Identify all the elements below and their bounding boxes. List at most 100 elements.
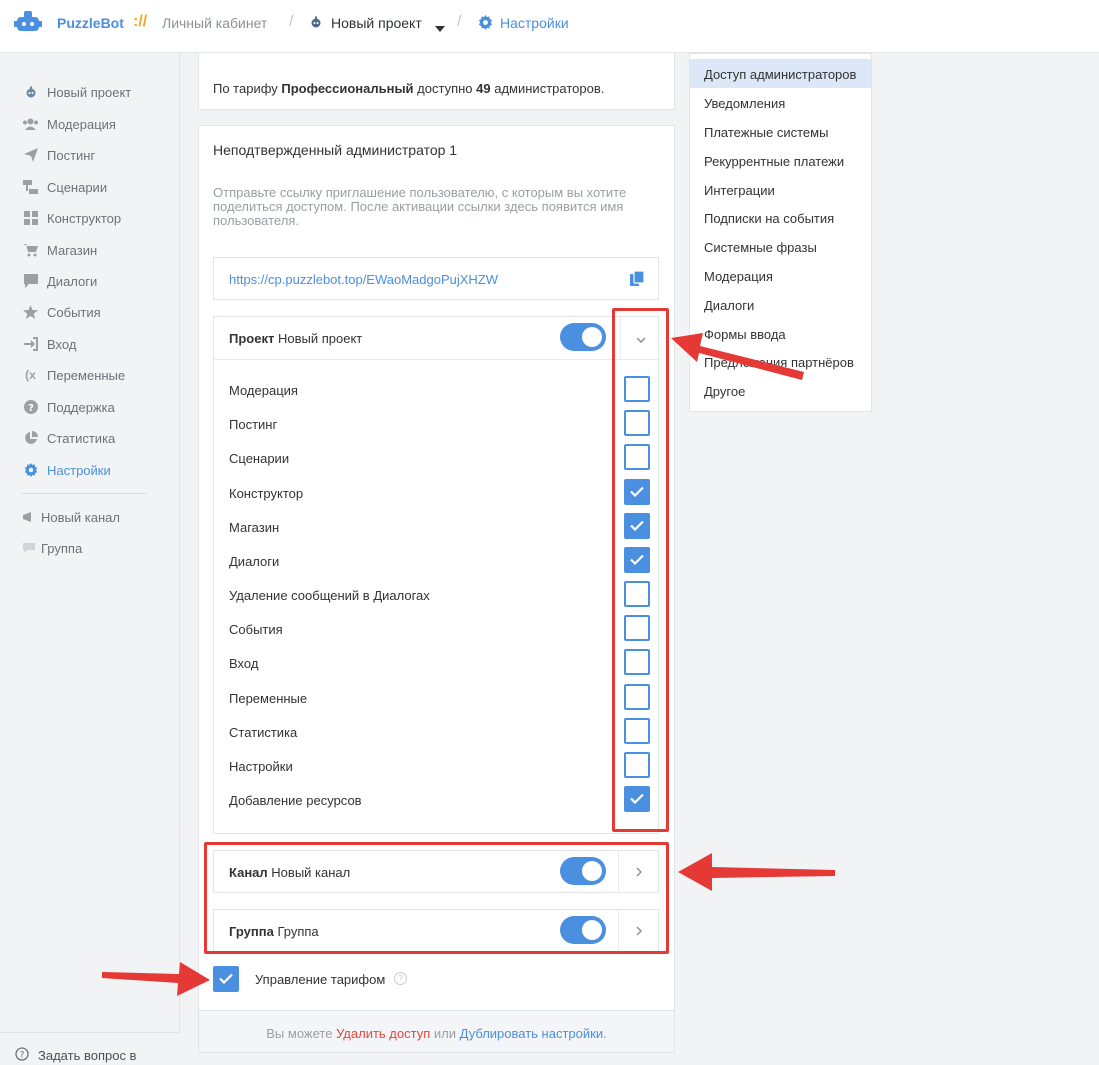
sidebar-item-label: Диалоги [47, 273, 98, 289]
permission-label-constructor: Конструктор [229, 486, 304, 501]
scenario-icon [22, 180, 39, 194]
project-access-toggle[interactable] [560, 323, 606, 351]
channel-icon [22, 510, 35, 524]
permission-label-events: События [229, 622, 283, 637]
sidebar-item-variables[interactable]: (x Переменные [22, 365, 125, 385]
admin-title: Неподтвержденный администратор 1 [213, 142, 458, 158]
ask-question-bar[interactable]: ? Задать вопрос в [0, 1032, 180, 1065]
tariff-management-label: Управление тарифом [255, 972, 386, 987]
brand-name[interactable]: PuzzleBot [57, 15, 124, 31]
bot-icon [310, 16, 322, 31]
project-section-title: Проект Новый проект [229, 331, 362, 346]
settings-menu-item[interactable]: Системные фразы [690, 232, 871, 261]
section-name: Новый проект [277, 331, 363, 346]
sidebar-item-label: Переменные [47, 367, 126, 383]
delete-access-link[interactable]: Удалить доступ [336, 1026, 430, 1041]
copy-icon[interactable] [630, 270, 645, 289]
sidebar-item-dialogs[interactable]: Диалоги [22, 271, 97, 291]
settings-menu-item[interactable]: Платежные системы [690, 117, 871, 146]
sidebar-item-moderation[interactable]: Модерация [22, 114, 116, 134]
sidebar-item-events[interactable]: События [22, 302, 101, 322]
sidebar-item-label: Группа [41, 540, 83, 556]
sidebar-item-shop[interactable]: Магазин [22, 240, 97, 260]
plan-suffix: администраторов. [490, 81, 605, 96]
breadcrumb-separator: / [289, 13, 294, 30]
settings-menu-item[interactable]: Подписки на события [690, 203, 871, 232]
cart-icon [22, 243, 39, 257]
sidebar-item-settings[interactable]: Настройки [22, 460, 111, 480]
permission-label-login: Вход [229, 656, 259, 671]
tariff-management-checkbox[interactable] [213, 966, 239, 992]
permission-label-delete-messages: Удаление сообщений в Диалогах [229, 588, 430, 603]
permission-label-posting: Постинг [229, 417, 278, 432]
permission-label-moderation: Модерация [229, 383, 298, 398]
caret-down-icon[interactable] [435, 20, 445, 35]
plan-prefix: По тарифу [213, 81, 282, 96]
help-tooltip-icon[interactable]: ? [394, 972, 407, 985]
gear-icon [478, 15, 493, 33]
bot-icon [22, 85, 39, 99]
sidebar-item-label: События [47, 304, 101, 320]
settings-menu-item[interactable]: Формы ввода [690, 319, 871, 348]
footer-prefix: Вы можете [266, 1026, 337, 1041]
settings-menu-item[interactable]: Интеграции [690, 175, 871, 204]
pie-icon [22, 431, 39, 445]
settings-menu-item[interactable]: Модерация [690, 261, 871, 290]
svg-text:?: ? [28, 403, 34, 414]
sidebar-item-login[interactable]: Вход [22, 334, 76, 354]
breadcrumb-settings[interactable]: Настройки [500, 15, 569, 31]
settings-menu: Доступ администраторов Уведомления Плате… [689, 53, 872, 412]
settings-menu-item[interactable]: Диалоги [690, 290, 871, 319]
settings-menu-item[interactable]: Доступ администраторов [690, 59, 871, 88]
login-icon [22, 337, 39, 351]
breadcrumb-project[interactable]: Новый проект [331, 15, 422, 31]
settings-menu-item[interactable]: Уведомления [690, 88, 871, 117]
invite-link[interactable]: https://cp.puzzlebot.top/EWaoMadgoPujXHZ… [229, 272, 498, 287]
sidebar-item-label: Вход [47, 336, 77, 352]
help-icon: ? [22, 400, 39, 414]
group-icon [22, 541, 35, 555]
gear-icon [22, 463, 39, 477]
duplicate-settings-link[interactable]: Дублировать настройки [460, 1026, 603, 1041]
sidebar-item-support[interactable]: ? Поддержка [22, 397, 115, 417]
sidebar-item-new-project[interactable]: Новый проект [22, 82, 131, 102]
settings-menu-item[interactable]: Рекуррентные платежи [690, 146, 871, 175]
settings-menu-item[interactable]: Предложения партнёров [690, 347, 871, 376]
sidebar-item-label: Поддержка [47, 399, 115, 415]
project-permissions-panel: Проект Новый проект Модерация Постинг Сц… [213, 316, 660, 834]
sidebar-divider [22, 493, 146, 494]
permission-label-dialogs: Диалоги [229, 554, 280, 569]
footer-middle: или [430, 1026, 460, 1041]
sidebar-item-label: Статистика [47, 430, 116, 446]
variable-icon: (x [25, 368, 36, 382]
annotation-highlight-sections [204, 842, 669, 954]
sidebar-item-posting[interactable]: Постинг [22, 145, 95, 165]
annotation-arrow-icon [678, 853, 835, 891]
access-actions-bar: Вы можете Удалить доступ или Дублировать… [199, 1010, 674, 1052]
sidebar: Новый проект Модерация Постинг Сценарии … [0, 53, 180, 1065]
settings-menu-item[interactable]: Другое [690, 376, 871, 405]
permission-label-settings: Настройки [229, 759, 293, 774]
sidebar-item-label: Настройки [47, 462, 111, 478]
sidebar-item-label: Модерация [47, 116, 116, 132]
send-icon [22, 148, 39, 162]
svg-text:?: ? [20, 1051, 25, 1061]
brand-separator: :// [133, 13, 148, 30]
sidebar-item-statistics[interactable]: Статистика [22, 428, 115, 448]
star-icon [22, 305, 39, 319]
sidebar-item-group[interactable]: Группа [22, 538, 82, 558]
sidebar-item-scenarios[interactable]: Сценарии [22, 177, 107, 197]
permission-label-variables: Переменные [229, 691, 308, 706]
sidebar-item-label: Сценарии [47, 179, 108, 195]
plan-info-card: По тарифу Профессиональный доступно 49 а… [198, 53, 675, 110]
invite-link-field[interactable]: https://cp.puzzlebot.top/EWaoMadgoPujXHZ… [213, 257, 659, 300]
annotation-highlight-checkboxes [612, 308, 669, 832]
footer-suffix: . [603, 1026, 607, 1041]
sidebar-item-constructor[interactable]: Конструктор [22, 208, 121, 228]
breadcrumb-cabinet[interactable]: Личный кабинет [162, 15, 267, 31]
puzzlebot-logo-icon[interactable] [14, 9, 42, 35]
sidebar-item-label: Новый проект [47, 84, 132, 100]
top-header: PuzzleBot :// Личный кабинет / Новый про… [0, 0, 1099, 53]
admin-limit-count: 49 [476, 81, 491, 96]
sidebar-item-channel[interactable]: Новый канал [22, 507, 120, 527]
